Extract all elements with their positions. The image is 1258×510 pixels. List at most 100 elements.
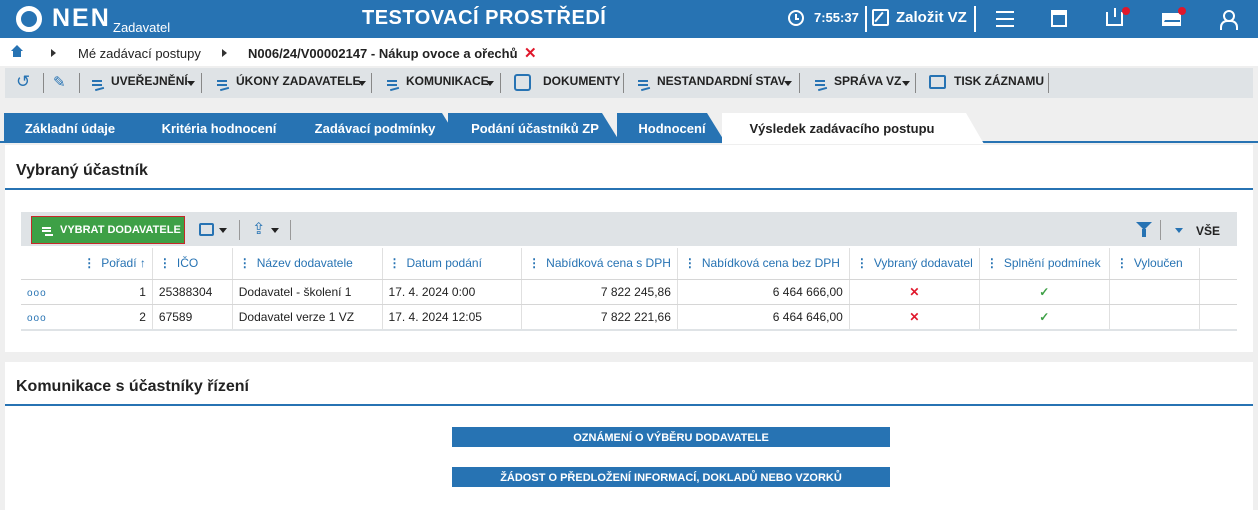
column-header-conditions[interactable]: ⋮ Splnění podmínek [979, 248, 1110, 280]
column-label: Pořadí ↑ [101, 256, 146, 271]
section-title: Vybraný účastník [16, 162, 148, 179]
cross-icon: ✕ [849, 304, 980, 330]
column-header-selected[interactable]: ⋮ Vybraný dodavatel [849, 248, 980, 280]
request-information-button[interactable]: ŽÁDOST O PŘEDLOŽENÍ INFORMACÍ, DOKLADŮ N… [452, 467, 890, 487]
column-header-order[interactable]: ⋮ Pořadí ↑ [21, 248, 153, 280]
mail-icon[interactable] [1162, 13, 1181, 26]
menu-lines-icon [638, 78, 652, 90]
chevron-down-icon[interactable] [271, 228, 279, 233]
menu-lines-icon [217, 78, 231, 90]
column-header-spacer [1199, 248, 1237, 280]
toolbar-divider [290, 220, 291, 240]
column-label: Nabídková cena s DPH [546, 256, 671, 271]
column-header-ico[interactable]: ⋮ IČO [152, 248, 233, 280]
row-actions[interactable]: ooo 2 [21, 304, 153, 330]
toolbar-divider [623, 73, 624, 93]
check-icon: ✓ [979, 304, 1110, 330]
column-header-name[interactable]: ⋮ Název dodavatele [232, 248, 383, 280]
close-icon[interactable]: ✕ [524, 44, 537, 62]
more-icon[interactable]: ooo [27, 313, 47, 324]
section-title: Komunikace s účastníky řízení [16, 378, 249, 395]
refresh-icon[interactable]: ↺ [16, 72, 30, 92]
column-label: IČO [176, 256, 199, 271]
table-row[interactable]: ooo 1 25388304 Dodavatel - školení 1 17. … [21, 279, 1237, 305]
chevron-down-icon[interactable] [1175, 228, 1183, 233]
edit-icon[interactable] [872, 9, 889, 26]
breadcrumb-current: N006/24/V00002147 - Nákup ovoce a ořechů [248, 46, 518, 61]
tab-zadavaci-podminky[interactable]: Zadávací podmínky [288, 113, 460, 142]
tab-zakladni-udaje[interactable]: Základní údaje [4, 113, 154, 142]
menu-nestandardni[interactable]: NESTANDARDNÍ STAV [657, 74, 786, 88]
toolbar-divider [500, 73, 501, 93]
cell-date: 17. 4. 2024 0:00 [382, 279, 523, 305]
cell-price-novat: 6 464 646,00 [677, 304, 850, 330]
section-underline [5, 404, 1253, 406]
pencil-icon[interactable]: ✎ [53, 73, 66, 91]
cell-order: 2 [139, 309, 146, 324]
column-label: Vyloučen [1133, 256, 1183, 271]
chevron-down-icon[interactable] [219, 228, 227, 233]
menu-icon[interactable] [996, 11, 1014, 27]
toolbar-divider [915, 73, 916, 93]
cell-name: Dodavatel verze 1 VZ [232, 304, 383, 330]
cell-excluded [1109, 304, 1200, 330]
menu-lines-icon [815, 78, 829, 90]
breadcrumb-item[interactable]: Mé zadávací postupy [78, 46, 201, 61]
toolbar-divider [371, 73, 372, 93]
participants-table: ⋮ Pořadí ↑ ⋮ IČO ⋮ Název dodavatele ⋮ Datum … [21, 248, 1237, 330]
filter-icon[interactable] [1136, 222, 1152, 237]
more-icon[interactable]: ooo [27, 288, 47, 299]
menu-dokumenty[interactable]: DOKUMENTY [543, 74, 620, 88]
menu-ukony[interactable]: ÚKONY ZADAVATELE [236, 74, 360, 88]
tab-vysledek[interactable]: Výsledek zadávacího postupu [722, 113, 984, 144]
select-supplier-label: VYBRAT DODAVATELE [60, 224, 181, 236]
column-header-price-novat[interactable]: ⋮ Nabídková cena bez DPH [677, 248, 850, 280]
logo-subtitle: Zadavatel [113, 20, 171, 35]
chevron-down-icon [358, 81, 366, 86]
menu-tisk[interactable]: TISK ZÁZNAMU [954, 74, 1044, 88]
chevron-down-icon [784, 81, 792, 86]
table-row[interactable]: ooo 2 67589 Dodavatel verze 1 VZ 17. 4. 2… [21, 304, 1237, 330]
notification-dot [1122, 7, 1130, 15]
top-bar [0, 0, 1258, 38]
column-header-date[interactable]: ⋮ Datum podání [382, 248, 523, 280]
row-actions[interactable]: ooo 1 [21, 279, 153, 305]
document-icon [514, 74, 531, 91]
header-divider [865, 6, 867, 32]
tab-kriteria-hodnoceni[interactable]: Kritéria hodnocení [134, 113, 306, 142]
menu-komunikace[interactable]: KOMUNIKACE [406, 74, 489, 88]
menu-sprava[interactable]: SPRÁVA VZ [834, 74, 901, 88]
inbox-download-icon[interactable] [1106, 8, 1123, 26]
column-header-price-vat[interactable]: ⋮ Nabídková cena s DPH [521, 248, 678, 280]
print-icon[interactable] [199, 223, 214, 236]
toolbar-divider [79, 73, 80, 93]
header-divider [974, 6, 976, 32]
all-filter-label[interactable]: VŠE [1196, 224, 1220, 238]
tab-hodnoceni[interactable]: Hodnocení [617, 113, 725, 142]
notice-of-selection-button[interactable]: OZNÁMENÍ O VÝBĚRU DODAVATELE [452, 427, 890, 447]
list-icon [42, 226, 53, 236]
menu-lines-icon [92, 78, 106, 90]
select-supplier-button[interactable]: VYBRAT DODAVATELE [31, 216, 185, 244]
home-icon[interactable] [11, 45, 23, 57]
export-icon[interactable]: ⇪ [252, 219, 265, 239]
chevron-down-icon [486, 81, 494, 86]
cell-price-novat: 6 464 666,00 [677, 279, 850, 305]
environment-label: TESTOVACÍ PROSTŘEDÍ [362, 7, 607, 29]
session-clock: 7:55:37 [814, 10, 859, 25]
tab-podani-ucastniku[interactable]: Podání účastníků ZP [448, 113, 620, 142]
create-contract-button[interactable]: Založit VZ [896, 9, 967, 26]
column-label: Datum podání [406, 256, 482, 271]
print-icon [929, 75, 946, 89]
toolbar-divider [43, 73, 44, 93]
calculator-icon[interactable] [1051, 10, 1067, 27]
toolbar-divider [1160, 220, 1161, 240]
menu-uverejneni[interactable]: UVEŘEJNĚNÍ [111, 74, 188, 88]
user-icon[interactable] [1220, 10, 1238, 30]
toolbar-divider [799, 73, 800, 93]
toolbar-divider [201, 73, 202, 93]
cross-icon: ✕ [849, 279, 980, 305]
column-label: Nabídková cena bez DPH [701, 256, 840, 271]
grid-bottom-border [21, 329, 1237, 331]
column-header-excluded[interactable]: ⋮ Vyloučen [1109, 248, 1200, 280]
